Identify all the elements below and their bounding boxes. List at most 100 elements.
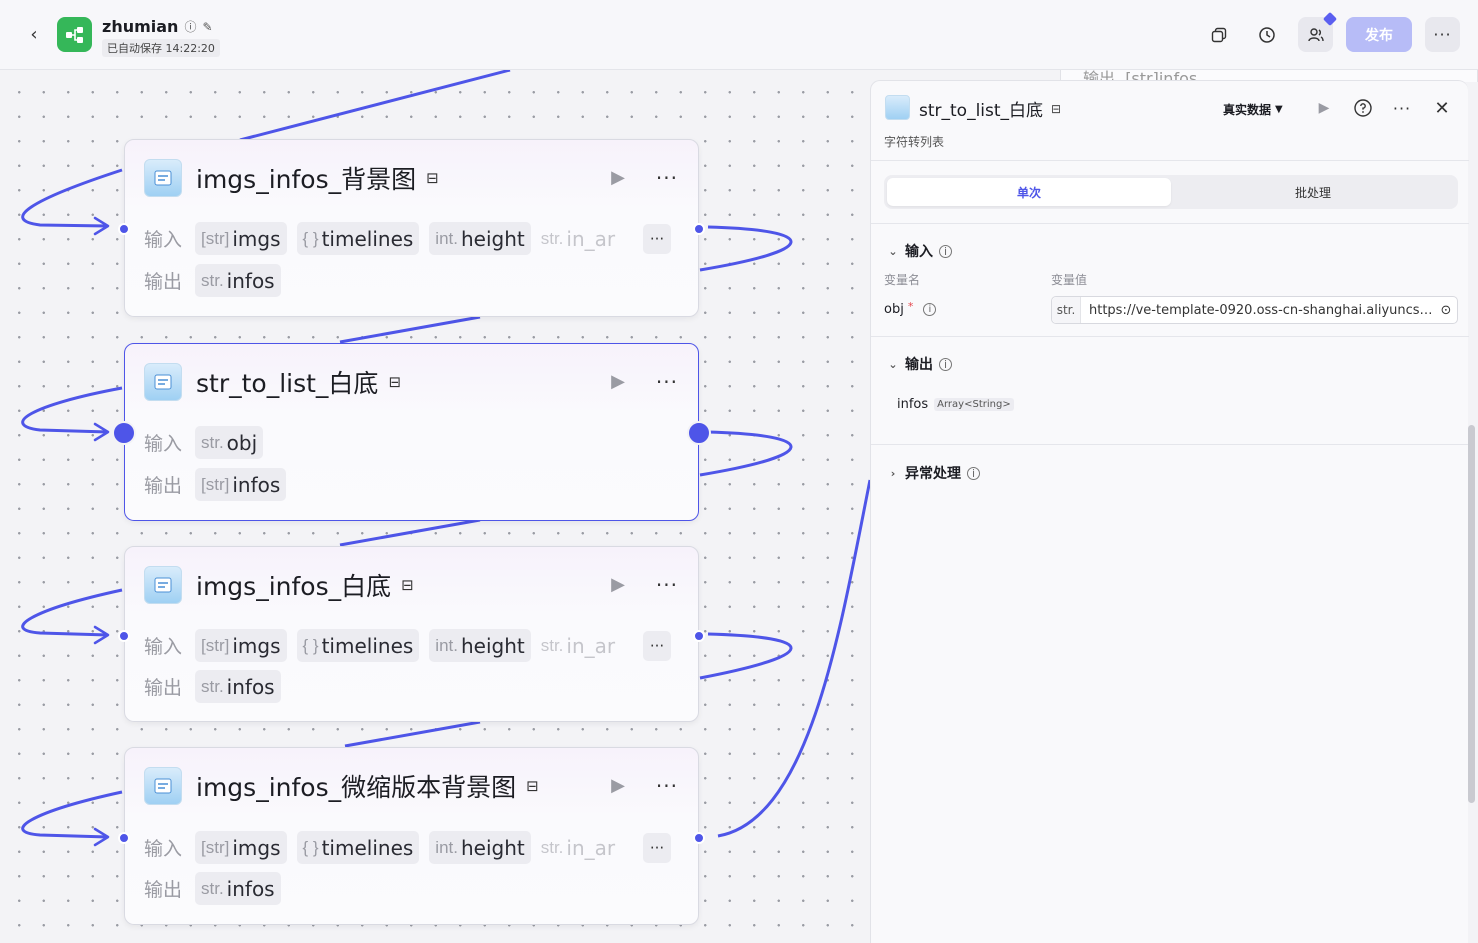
run-icon[interactable]: ▶ — [608, 776, 628, 796]
node-imgs-infos-white[interactable]: imgs_infos_白底 ⊟ ▶ ··· 输入 [str] imgs { } ti… — [118, 546, 705, 722]
edge — [344, 720, 481, 748]
info-icon[interactable]: ⓘ — [184, 18, 196, 35]
more-icon[interactable]: ··· — [656, 166, 678, 190]
workflow-canvas[interactable]: imgs_infos_背景图 ⊟ ▶ ··· 输入 [str] imgs { } t… — [0, 70, 870, 943]
tab-batch[interactable]: 批处理 — [1171, 178, 1455, 206]
node-header: imgs_infos_白底 ⊟ — [144, 566, 414, 604]
run-icon[interactable]: ▶ — [1313, 97, 1335, 119]
edge — [699, 632, 793, 680]
input-chip: [str] imgs — [195, 629, 287, 662]
top-bar: ‹ zhumian ⓘ ✎ 已自动保存 14:22:20 发布 ··· — [0, 0, 1478, 70]
copy-icon[interactable]: ⊟ — [526, 777, 539, 795]
copy-icon[interactable] — [1206, 22, 1232, 48]
more-inputs-button[interactable]: ··· — [643, 833, 671, 863]
node-title: imgs_infos_微缩版本背景图 — [196, 773, 517, 802]
edge — [239, 70, 511, 142]
input-label: 输入 — [144, 229, 183, 251]
output-variable-name: infos — [897, 397, 929, 412]
publish-button[interactable]: 发布 — [1346, 17, 1412, 52]
collaborators-button[interactable] — [1298, 11, 1338, 52]
tab-single[interactable]: 单次 — [887, 178, 1171, 206]
node-header: imgs_infos_背景图 ⊟ — [144, 159, 439, 197]
input-port[interactable] — [118, 832, 130, 844]
copy-icon[interactable]: ⊟ — [1051, 102, 1061, 116]
input-label: 输入 — [144, 636, 183, 658]
input-chip: str. obj — [195, 426, 264, 459]
back-arrow-icon[interactable]: ‹ — [24, 25, 44, 45]
info-icon[interactable]: i — [923, 303, 937, 316]
data-mode-value: 真实数据 — [1223, 103, 1272, 117]
output-chip: str. infos — [195, 872, 281, 905]
node-header: str_to_list_白底 ⊟ — [144, 363, 401, 401]
output-port[interactable] — [693, 223, 705, 235]
output-port[interactable] — [693, 630, 705, 642]
type-tag: str. — [1052, 297, 1081, 323]
node-imgs-infos-background[interactable]: imgs_infos_背景图 ⊟ ▶ ··· 输入 [str] imgs { } t… — [118, 139, 705, 317]
more-icon[interactable]: ··· — [656, 370, 678, 394]
more-icon[interactable]: ··· — [656, 573, 678, 597]
edge — [339, 518, 481, 547]
edge — [21, 588, 123, 637]
output-label: 输出 — [144, 677, 183, 699]
copy-icon[interactable]: ⊟ — [388, 373, 401, 391]
error-handling-section-header[interactable]: › 异常处理 i — [887, 463, 980, 483]
info-icon[interactable]: i — [939, 357, 952, 371]
chevron-down-icon: ⌄ — [888, 244, 898, 258]
info-icon[interactable]: i — [967, 466, 980, 480]
input-chip: [str] imgs — [195, 831, 287, 864]
close-icon[interactable]: ✕ — [1431, 97, 1453, 119]
edit-icon[interactable]: ✎ — [202, 20, 212, 34]
chevron-down-icon: ⌄ — [888, 357, 898, 371]
caret-down-icon: ▼ — [1275, 104, 1283, 115]
output-port[interactable] — [687, 421, 711, 445]
chevron-right-icon: › — [890, 466, 896, 480]
info-icon[interactable]: i — [939, 244, 952, 258]
input-chip: { } timelines — [296, 629, 420, 662]
column-header-name: 变量名 — [884, 273, 921, 287]
input-port[interactable] — [112, 421, 136, 445]
more-icon[interactable]: ··· — [1425, 17, 1460, 52]
help-icon[interactable] — [1352, 97, 1374, 119]
more-icon[interactable]: ··· — [1391, 97, 1413, 119]
input-chip: int. height — [429, 222, 531, 255]
panel-title: str_to_list_白底 ⊟ — [919, 96, 1061, 121]
output-row: 输出 str. infos — [144, 872, 291, 905]
node-header: imgs_infos_微缩版本背景图 ⊟ — [144, 767, 539, 805]
input-chip: str. in_ar — [540, 226, 616, 251]
variable-name: obj * i — [884, 300, 937, 317]
input-port[interactable] — [118, 630, 130, 642]
input-label: 输入 — [144, 433, 183, 455]
input-chip: { } timelines — [296, 831, 420, 864]
data-mode-select[interactable]: 真实数据 ▼ — [1223, 101, 1283, 118]
run-mode-tabs: 单次 批处理 — [884, 175, 1458, 209]
input-port[interactable] — [118, 223, 130, 235]
settings-icon[interactable]: ⊙ — [1435, 303, 1457, 318]
code-node-icon — [144, 363, 182, 401]
more-icon[interactable]: ··· — [656, 774, 678, 798]
panel-title-text: str_to_list_白底 — [919, 101, 1044, 121]
run-icon[interactable]: ▶ — [608, 372, 628, 392]
panel-scrollbar[interactable] — [1468, 425, 1475, 803]
divider — [871, 160, 1469, 161]
input-section-header[interactable]: ⌄ 输入 i — [887, 241, 952, 261]
output-section-header[interactable]: ⌄ 输出 i — [887, 354, 952, 374]
edge — [339, 315, 481, 344]
history-icon[interactable] — [1254, 22, 1280, 48]
more-inputs-button[interactable]: ··· — [643, 631, 671, 661]
divider — [871, 223, 1469, 224]
input-chip: { } timelines — [296, 222, 420, 255]
variable-value-field[interactable]: str. https://ve-template-0920.oss-cn-sha… — [1051, 296, 1458, 324]
node-str-to-list-white[interactable]: str_to_list_白底 ⊟ ▶ ··· 输入 str. obj 输出 [st… — [112, 343, 711, 521]
input-chip: int. height — [429, 629, 531, 662]
copy-icon[interactable]: ⊟ — [426, 169, 439, 187]
copy-icon[interactable]: ⊟ — [401, 576, 414, 594]
run-icon[interactable]: ▶ — [608, 575, 628, 595]
run-icon[interactable]: ▶ — [608, 168, 628, 188]
variable-value-input[interactable]: https://ve-template-0920.oss-cn-shanghai… — [1081, 303, 1435, 318]
node-imgs-infos-thumbnail-background[interactable]: imgs_infos_微缩版本背景图 ⊟ ▶ ··· 输入 [str] imgs … — [118, 747, 705, 925]
divider — [871, 444, 1469, 445]
variable-name-text: obj — [884, 302, 904, 317]
more-inputs-button[interactable]: ··· — [643, 224, 671, 254]
output-port[interactable] — [693, 832, 705, 844]
node-title: imgs_infos_白底 — [196, 572, 392, 601]
